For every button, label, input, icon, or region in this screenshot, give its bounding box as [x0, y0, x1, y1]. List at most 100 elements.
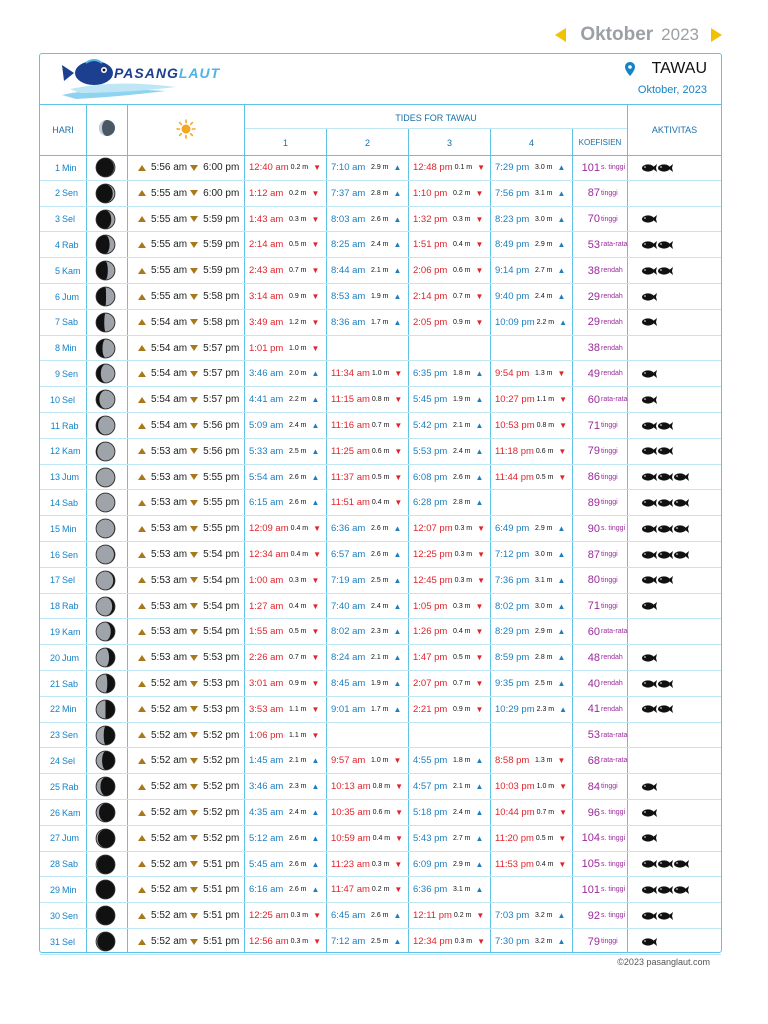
moon-phase-icon: [95, 725, 116, 745]
tide-time: 6:57 am: [331, 549, 366, 560]
tide-entry: 12:45 pm 0.3 m ▼: [413, 568, 493, 593]
sunrise-time: 5:54 am: [151, 420, 188, 431]
coefficient-label: rendah: [601, 370, 623, 378]
fish-icon: [658, 860, 673, 869]
sunset-icon: [190, 654, 199, 661]
high-tide-icon: ▲: [475, 833, 484, 843]
moon-phase-icon: [95, 338, 116, 358]
activity-indicator: [642, 232, 712, 257]
low-tide-icon: ▼: [311, 292, 320, 301]
fish-icon: [642, 653, 657, 662]
tide-entry: 1:05 pm 0.3 m ▼: [413, 594, 493, 619]
day-number: 30: [49, 910, 60, 921]
low-tide-icon: ▼: [394, 472, 403, 482]
tide-entry: 7:36 pm 3.1 m ▲: [495, 568, 575, 593]
tide-time: 11:25 am: [331, 445, 370, 457]
tide-entry: 7:12 pm 3.0 m ▲: [495, 542, 575, 567]
tide-time: 11:34 am: [331, 368, 370, 380]
sunset-time: 5:57 pm: [203, 342, 240, 354]
day-number: 21: [49, 678, 60, 689]
table-row: 23 Sen 5:52 am 5:52 pm 1:06 pm 1.1 m ▼ 53 rata-r…: [40, 723, 721, 749]
tide-time: 8:25 am: [331, 239, 366, 251]
tide-time: 12:56 am: [249, 936, 289, 947]
tide-entry: 1:10 pm 0.2 m ▼: [413, 181, 493, 206]
tide-entry: 11:53 pm 0.4 m ▼: [495, 852, 575, 877]
tide-time: 10:44 pm: [495, 807, 535, 818]
low-tide-icon: ▼: [311, 601, 320, 611]
sunrise-time: 5:54 am: [151, 342, 188, 354]
table-row: 17 Sel 5:53 am 5:54 pm 1:00 am 0.3 m ▼ 7:19 am 2…: [40, 568, 721, 594]
sunrise-time: 5:52 am: [151, 703, 188, 715]
tide-time: 11:16 am: [331, 420, 370, 431]
brand-logo[interactable]: PASANGLAUT: [56, 57, 231, 99]
sunrise-icon: [138, 241, 146, 248]
tide-time: 1:12 am: [249, 187, 284, 199]
high-tide-icon: ▲: [557, 679, 566, 688]
sunset-time: 5:52 pm: [203, 781, 240, 793]
day-name: Min: [62, 162, 77, 173]
tide-entry: 6:16 am 2.6 m ▲: [249, 877, 329, 902]
coefficient-label: rata-rata: [601, 731, 628, 739]
tide-entry: 9:54 pm 1.3 m ▼: [495, 361, 575, 386]
coefficient-label: rata-rata: [601, 757, 628, 765]
high-tide-icon: ▲: [475, 498, 484, 508]
low-tide-icon: ▼: [313, 937, 322, 946]
tide-entry: 8:53 am 1.9 m ▲: [331, 284, 411, 309]
day-number: 5: [54, 265, 60, 276]
sun-times: 5:53 am 5:54 pm: [138, 619, 248, 644]
coefficient-label: s. tinggi: [601, 912, 626, 920]
day-name: Kam: [62, 446, 81, 457]
day-name: Sel: [62, 214, 76, 225]
tides-title: TIDES FOR TAWAU: [395, 113, 477, 123]
sunset-time: 5:52 pm: [203, 755, 240, 767]
sunrise-time: 5:52 am: [151, 910, 188, 922]
tide-time: 5:53 pm: [413, 445, 448, 457]
fish-icon: [642, 240, 657, 249]
high-tide-icon: ▲: [475, 446, 484, 456]
tide-height: 1.1 m: [536, 396, 555, 404]
tide-time: 1:05 pm: [413, 600, 448, 612]
low-tide-icon: ▼: [394, 446, 403, 456]
tide-time: 6:35 pm: [413, 368, 448, 380]
tide-height: 2.3 m: [371, 628, 389, 636]
moon-phase-icon: [95, 673, 116, 694]
prev-month-icon[interactable]: [555, 28, 567, 42]
tide-height: 0.4 m: [290, 551, 309, 558]
day-number: 1: [54, 162, 60, 173]
day-name: Min: [62, 884, 77, 895]
sunrise-time: 5:52 am: [151, 678, 188, 689]
sun-times: 5:53 am 5:54 pm: [138, 542, 248, 567]
sunset-icon: [190, 938, 199, 945]
sunset-icon: [190, 783, 199, 790]
tide-time: 8:49 pm: [495, 239, 530, 251]
tide-entry: 9:01 am 1.7 m ▲: [331, 697, 411, 722]
low-tide-icon: ▼: [394, 885, 403, 895]
low-tide-icon: ▼: [559, 782, 568, 792]
sunset-time: 6:00 pm: [203, 162, 240, 173]
tide-height: 0.5 m: [453, 654, 471, 662]
tide-height: 0.3 m: [454, 551, 473, 558]
sunrise-time: 5:55 am: [151, 187, 188, 199]
sunrise-icon: [138, 293, 146, 300]
sunset-time: 5:58 pm: [203, 316, 240, 328]
sunset-icon: [190, 577, 199, 584]
coefficient-label: tinggi: [601, 576, 618, 584]
tide-entry: 6:45 am 2.6 m ▲: [331, 903, 411, 928]
sunset-time: 5:54 pm: [203, 574, 240, 586]
next-month-icon[interactable]: [711, 28, 722, 42]
tide-time: 12:34 am: [249, 549, 289, 560]
sun-times: 5:53 am 5:55 pm: [138, 516, 248, 541]
tide-entry: 7:10 am 2.9 m ▲: [331, 155, 411, 180]
day-name: Sel: [62, 755, 76, 766]
tide-height: 0.3 m: [453, 602, 471, 610]
tide-time: 4:55 pm: [413, 755, 448, 767]
col-header-aktivitas: AKTIVITAS: [651, 125, 698, 135]
tide-height: 1.9 m: [371, 293, 389, 300]
tide-time: 4:41 am: [249, 394, 284, 406]
tide-entry: 5:09 am 2.4 m ▲: [249, 413, 329, 438]
day-number: 23: [49, 730, 60, 741]
coefficient-label: rendah: [601, 318, 623, 326]
sunrise-time: 5:52 am: [151, 884, 188, 896]
tide-entry: 5:54 am 2.6 m ▲: [249, 465, 329, 490]
tide-time: 10:13 am: [331, 781, 371, 793]
